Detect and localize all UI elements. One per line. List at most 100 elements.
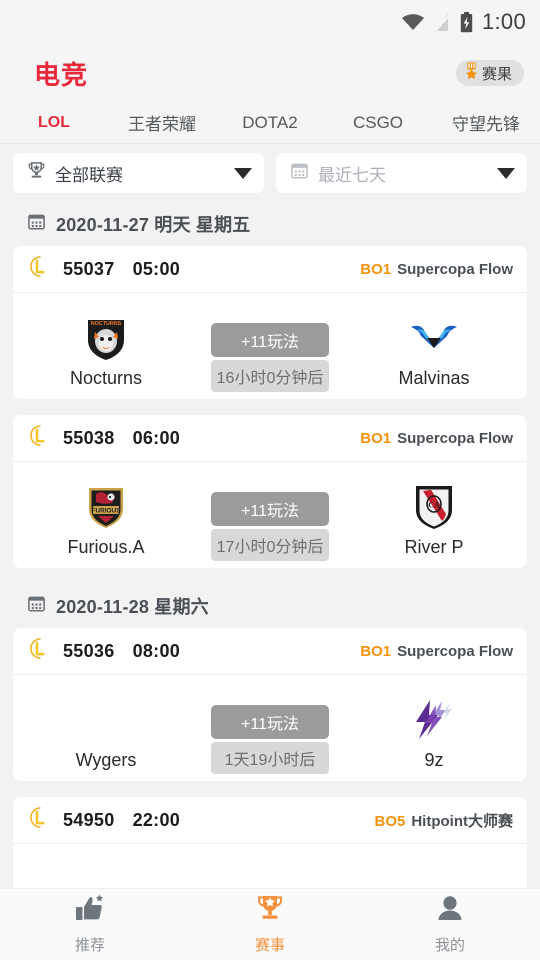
nav-item-recommend[interactable]: 推荐 [0,889,180,960]
date-filter[interactable]: 最近七天 [276,153,527,193]
countdown-badge: 17小时0分钟后 [211,528,329,561]
match-card-header: 54950 22:00 BO5 Hitpoint大师赛 [13,797,527,844]
match-time: 08:00 [132,640,181,661]
results-label: 赛果 [481,65,512,83]
status-time: 1:00 [481,9,526,34]
away-team-name: Malvinas [398,367,470,388]
play-count-badge[interactable]: +11玩法 [211,704,329,739]
bottom-navigation: 推荐 赛事 我的 [0,888,540,960]
countdown-badge: 16小时0分钟后 [211,359,329,392]
match-id: 54950 [63,809,115,830]
league-filter[interactable]: 全部联赛 [13,153,264,193]
tab-label: 守望先锋 [452,115,520,134]
thumbs-up-star-icon [74,894,106,929]
chevron-down-icon [497,167,515,179]
away-team: CA River P [341,473,527,558]
tab-lol[interactable]: LOL [0,114,108,132]
home-team-name: Wygers [75,749,137,770]
match-card-header: 55036 08:00 BO1 Supercopa Flow [13,628,527,675]
calendar-icon [27,594,46,618]
countdown-badge: 1天19小时后 [211,741,329,774]
league-info: BO1 Supercopa Flow [360,430,513,447]
filter-bar: 全部联赛 最近七天 [0,144,540,202]
lol-icon [29,255,52,283]
league-name: Hitpoint大师赛 [411,812,513,830]
calendar-icon [27,212,46,236]
tab-csgo[interactable]: CSGO [324,113,432,133]
date-filter-value: 最近七天 [318,165,386,185]
app-header: 电竞 赛果 [0,44,540,102]
match-card-body: NOCTURNS Nocturns +11玩法 16小时0分钟后 Malvina… [13,293,527,399]
nocturns-logo: NOCTURNS [84,314,128,362]
bo-format: BO1 [360,429,392,447]
match-center: +11玩法 1天19小时后 [199,683,341,774]
match-id: 55036 [63,640,115,661]
person-icon [434,894,466,929]
home-team: NOCTURNS Nocturns [13,304,199,389]
trophy-star-icon [254,894,286,929]
match-center: +11玩法 16小时0分钟后 [199,301,341,392]
home-team-name: Nocturns [69,367,143,388]
svg-text:CA: CA [428,500,440,509]
match-card[interactable]: 55036 08:00 BO1 Supercopa Flow Wygers +1… [13,628,527,781]
medal-icon [464,62,479,84]
signal-off-icon [434,12,451,32]
away-team-name: 9z [424,749,444,770]
play-count-badge[interactable]: +11玩法 [211,322,329,357]
nav-label: 赛事 [254,937,285,954]
match-time: 05:00 [132,258,181,279]
match-id: 55037 [63,258,115,279]
away-team-name: River P [404,536,464,557]
match-id: 55038 [63,427,115,448]
svg-text:NOCTURNS: NOCTURNS [91,321,122,327]
home-team-name: Furious.A [67,536,145,557]
tab-label: 王者荣耀 [128,115,196,134]
match-time: 06:00 [132,427,181,448]
trophy-icon [27,161,46,185]
svg-text:FURIOUS: FURIOUS [92,507,121,514]
league-info: BO1 Supercopa Flow [360,643,513,660]
page-title: 电竞 [34,59,89,90]
home-team: FURIOUS Furious.A [13,473,199,558]
calendar-icon [290,161,309,185]
ninez-logo [410,696,458,744]
status-bar: 1:00 [0,0,540,44]
match-card-body [13,844,527,888]
lol-icon [29,637,52,665]
bo-format: BO1 [360,260,392,278]
nav-item-mine[interactable]: 我的 [360,889,540,960]
bo-format: BO5 [374,812,406,830]
date-header: 2020-11-27 明天 星期五 [13,202,527,246]
match-card-body: FURIOUS Furious.A +11玩法 17小时0分钟后 CA Rive… [13,462,527,568]
match-card[interactable]: 54950 22:00 BO5 Hitpoint大师赛 [13,797,527,888]
match-list[interactable]: 2020-11-27 明天 星期五 55037 05:00 BO1 Superc… [0,202,540,888]
tab-label: LOL [38,113,70,131]
tab-dota2[interactable]: DOTA2 [216,113,324,133]
date-label: 2020-11-27 明天 星期五 [56,215,251,235]
nav-label: 推荐 [74,937,105,954]
match-card-header: 55037 05:00 BO1 Supercopa Flow [13,246,527,293]
league-info: BO1 Supercopa Flow [360,261,513,278]
away-team: 9z [341,686,527,771]
match-time: 22:00 [132,809,181,830]
tab-kingofglory[interactable]: 王者荣耀 [108,110,216,135]
results-button[interactable]: 赛果 [455,60,524,86]
match-center: +11玩法 17小时0分钟后 [199,470,341,561]
wifi-icon [401,13,425,31]
nav-label: 我的 [434,937,465,954]
league-name: Supercopa Flow [397,642,513,660]
date-label: 2020-11-28 星期六 [56,597,209,617]
furious-logo: FURIOUS [84,483,128,531]
nav-item-matches[interactable]: 赛事 [180,889,360,960]
riverplate-logo: CA [413,483,455,531]
match-card-header: 55038 06:00 BO1 Supercopa Flow [13,415,527,462]
league-filter-value: 全部联赛 [55,165,123,185]
category-tabs: LOL 王者荣耀 DOTA2 CSGO 守望先锋 [0,102,540,144]
lol-icon [29,424,52,452]
play-count-badge[interactable]: +11玩法 [211,491,329,526]
tab-label: DOTA2 [242,112,298,132]
match-card[interactable]: 55037 05:00 BO1 Supercopa Flow NOCTURNS [13,246,527,399]
away-team: Malvinas [341,304,527,389]
match-card[interactable]: 55038 06:00 BO1 Supercopa Flow FURIOUS F… [13,415,527,568]
tab-overwatch[interactable]: 守望先锋 [432,110,540,135]
